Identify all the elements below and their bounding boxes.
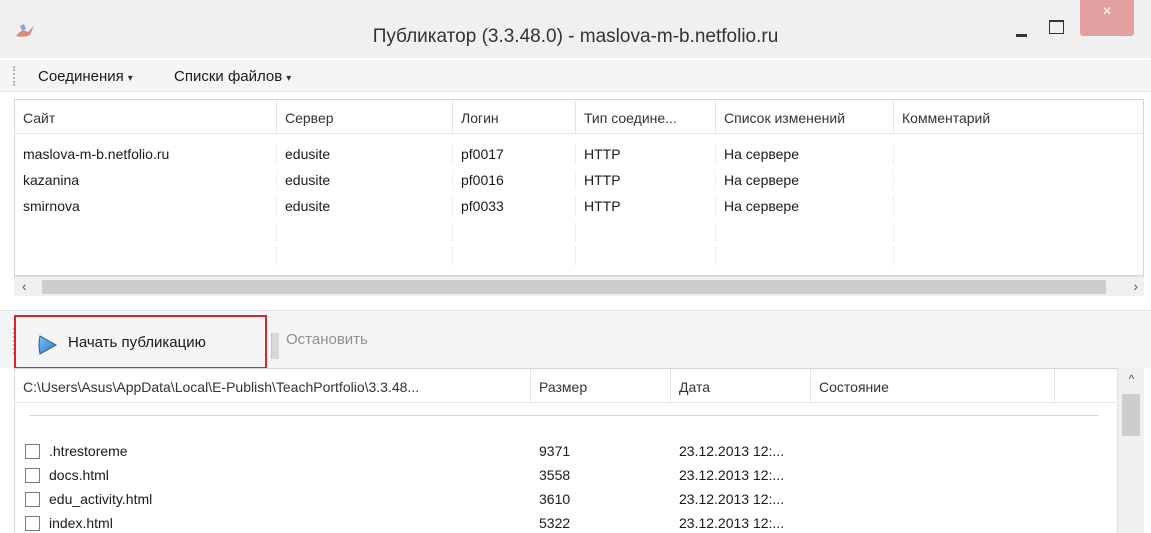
cell-comment: [894, 196, 1145, 216]
menu-connections[interactable]: Соединения ▾: [38, 68, 133, 85]
cell-server: edusite: [277, 170, 453, 190]
vertical-scrollbar[interactable]: ^: [1117, 368, 1144, 533]
stop-button[interactable]: Остановить: [286, 331, 368, 348]
cell-connection-type: HTTP: [576, 170, 716, 190]
cell-empty: [277, 246, 453, 266]
chevron-down-icon: ▾: [127, 73, 133, 84]
column-header-site[interactable]: Сайт: [15, 100, 277, 134]
cell-empty: [576, 222, 716, 242]
group-divider: [29, 415, 1099, 416]
play-arrow-icon: [38, 335, 58, 355]
menu-bar: Соединения ▾ Списки файлов ▾: [0, 60, 1151, 92]
horizontal-scrollbar[interactable]: ‹ ›: [14, 276, 1144, 296]
scroll-up-icon[interactable]: ^: [1118, 372, 1145, 386]
file-date: 23.12.2013 12:...: [679, 515, 785, 531]
column-header-status[interactable]: Состояние: [811, 369, 1055, 403]
file-checkbox[interactable]: [25, 492, 40, 507]
cell-change-list: На сервере: [716, 170, 894, 190]
file-name: docs.html: [49, 467, 109, 483]
cell-empty: [576, 246, 716, 266]
cell-login: pf0033: [453, 196, 576, 216]
table-row-empty: [15, 222, 1143, 242]
chevron-down-icon: ▾: [286, 73, 292, 84]
cell-login: pf0017: [453, 144, 576, 164]
file-name: edu_activity.html: [49, 491, 153, 507]
column-header-path[interactable]: C:\Users\Asus\AppData\Local\E-Publish\Te…: [15, 369, 531, 403]
column-header-login[interactable]: Логин: [453, 100, 576, 134]
column-header-extra[interactable]: [1055, 369, 1118, 403]
maximize-icon[interactable]: [1040, 0, 1070, 36]
cell-site: maslova-m-b.netfolio.ru: [15, 144, 277, 164]
cell-empty: [716, 222, 894, 242]
column-header-date[interactable]: Дата: [671, 369, 811, 403]
cell-empty: [15, 246, 277, 266]
menu-file-lists[interactable]: Списки файлов ▾: [174, 68, 291, 85]
list-item[interactable]: .htrestoreme 9371 23.12.2013 12:...: [15, 441, 1143, 463]
close-button[interactable]: ×: [1080, 0, 1134, 36]
sites-table: Сайт Сервер Логин Тип соедине... Список …: [14, 99, 1144, 276]
start-publishing-label: Начать публикацию: [68, 334, 206, 351]
menu-connections-label: Соединения: [38, 68, 124, 85]
column-header-server[interactable]: Сервер: [277, 100, 453, 134]
list-item[interactable]: edu_activity.html 3610 23.12.2013 12:...: [15, 489, 1143, 511]
file-date: 23.12.2013 12:...: [679, 491, 785, 507]
column-header-change-list[interactable]: Список изменений: [716, 100, 894, 134]
cell-comment: [894, 144, 1145, 164]
start-publishing-button[interactable]: Начать публикацию: [14, 315, 279, 369]
table-row[interactable]: smirnova edusite pf0033 HTTP На сервере: [15, 196, 1143, 216]
file-size: 9371: [539, 443, 571, 459]
toolbar-separator: [271, 333, 279, 359]
file-size: 3558: [539, 467, 571, 483]
cell-empty: [453, 222, 576, 242]
cell-site: kazanina: [15, 170, 277, 190]
publish-toolbar: Начать публикацию Остановить: [0, 310, 1151, 369]
close-icon: ×: [1102, 3, 1112, 20]
scrollbar-thumb[interactable]: [1122, 394, 1140, 436]
file-size: 5322: [539, 515, 571, 531]
minimize-icon[interactable]: [1006, 0, 1036, 37]
window-title: Публикатор (3.3.48.0) - maslova-m-b.netf…: [372, 26, 779, 47]
cell-empty: [716, 246, 894, 266]
cell-empty: [453, 246, 576, 266]
file-date: 23.12.2013 12:...: [679, 443, 785, 459]
file-checkbox[interactable]: [25, 516, 40, 531]
table-row[interactable]: maslova-m-b.netfolio.ru edusite pf0017 H…: [15, 144, 1143, 164]
cell-empty: [15, 222, 277, 242]
file-name: index.html: [49, 515, 113, 531]
cell-login: pf0016: [453, 170, 576, 190]
file-date: 23.12.2013 12:...: [679, 467, 785, 483]
scroll-left-icon[interactable]: ‹: [22, 278, 27, 294]
cell-site: smirnova: [15, 196, 277, 216]
cell-comment: [894, 170, 1145, 190]
scroll-right-icon[interactable]: ›: [1133, 278, 1138, 294]
file-checkbox[interactable]: [25, 444, 40, 459]
file-checkbox[interactable]: [25, 468, 40, 483]
cell-connection-type: HTTP: [576, 144, 716, 164]
scrollbar-thumb[interactable]: [42, 280, 1106, 294]
sites-table-header: Сайт Сервер Логин Тип соедине... Список …: [15, 100, 1143, 134]
title-bar: Публикатор (3.3.48.0) - maslova-m-b.netf…: [0, 0, 1151, 58]
column-header-size[interactable]: Размер: [531, 369, 671, 403]
column-header-connection-type[interactable]: Тип соедине...: [576, 100, 716, 134]
column-header-comment[interactable]: Комментарий: [894, 100, 1145, 134]
file-name: .htrestoreme: [49, 443, 128, 459]
cell-change-list: На сервере: [716, 144, 894, 164]
toolbar-grip[interactable]: [13, 66, 16, 86]
cell-server: edusite: [277, 196, 453, 216]
list-item[interactable]: docs.html 3558 23.12.2013 12:...: [15, 465, 1143, 487]
menu-file-lists-label: Списки файлов: [174, 68, 283, 85]
table-row[interactable]: kazanina edusite pf0016 HTTP На сервере: [15, 170, 1143, 190]
table-row-empty: [15, 246, 1143, 266]
cell-server: edusite: [277, 144, 453, 164]
cell-empty: [277, 222, 453, 242]
file-size: 3610: [539, 491, 571, 507]
cell-connection-type: HTTP: [576, 196, 716, 216]
list-item[interactable]: index.html 5322 23.12.2013 12:...: [15, 513, 1143, 533]
files-table: C:\Users\Asus\AppData\Local\E-Publish\Te…: [14, 368, 1144, 533]
files-table-header: C:\Users\Asus\AppData\Local\E-Publish\Te…: [15, 369, 1143, 403]
cell-change-list: На сервере: [716, 196, 894, 216]
